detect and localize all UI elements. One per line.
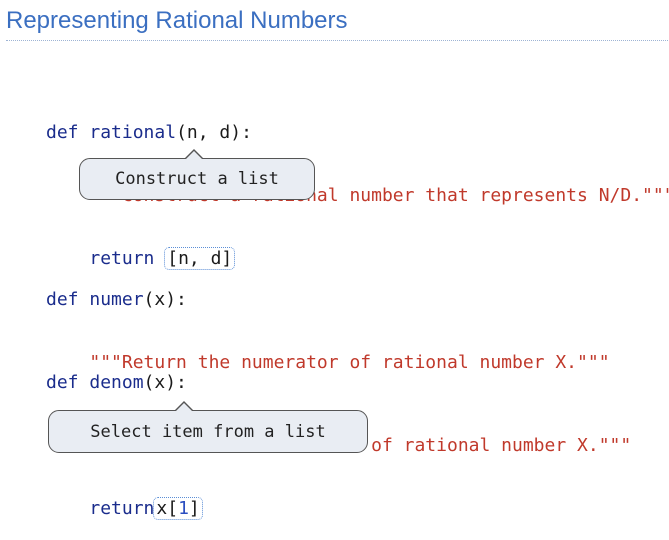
return-prefix: x[: [156, 498, 179, 519]
function-params: (x):: [143, 372, 187, 393]
highlighted-index-expression: x[1]: [153, 497, 203, 520]
function-name: numer: [89, 289, 144, 310]
def-keyword: def: [46, 289, 90, 310]
title-divider: [6, 40, 668, 41]
denom-return-line: return x[1]: [46, 497, 631, 520]
function-params: (n, d):: [176, 122, 252, 143]
callout-text: Select item from a list: [90, 421, 326, 442]
index-number: 1: [178, 498, 189, 519]
slide-title: Representing Rational Numbers: [6, 7, 348, 34]
def-keyword: def: [46, 372, 90, 393]
return-suffix: ]: [188, 498, 200, 519]
denom-def-line: def denom(x):: [46, 372, 631, 393]
def-keyword: def: [46, 122, 90, 143]
return-keyword: return: [89, 498, 155, 519]
construct-list-callout: Construct a list: [79, 149, 315, 200]
select-item-callout: Select item from a list: [48, 401, 368, 453]
function-params: (x):: [143, 289, 187, 310]
function-name: denom: [89, 372, 144, 393]
callout-text: Construct a list: [115, 169, 279, 189]
rational-def-line: def rational(n, d):: [46, 122, 669, 143]
numer-def-line: def numer(x):: [46, 289, 610, 310]
function-name: rational: [89, 122, 177, 143]
